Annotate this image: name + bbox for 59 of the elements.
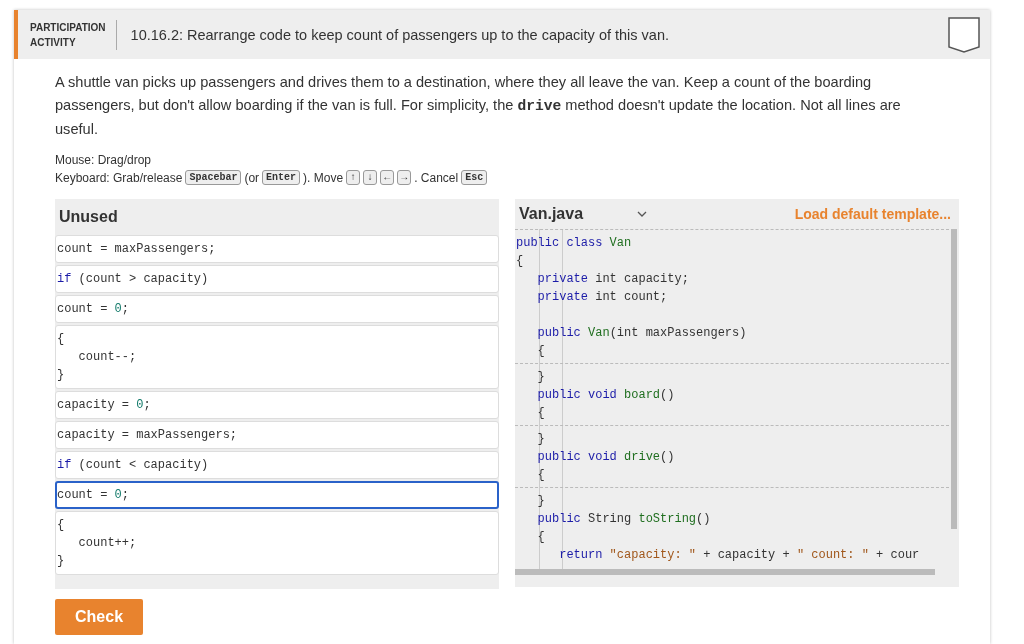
chevron-down-icon	[637, 211, 648, 217]
key-badge: Enter	[262, 170, 301, 185]
code-line: public void board()	[536, 387, 676, 404]
code-line: count++;	[77, 535, 138, 552]
code-line: }	[57, 367, 66, 384]
code-line: capacity = maxPassengers;	[57, 427, 239, 444]
keyboard-instruction: . Cancel	[414, 170, 459, 185]
code-line: {	[536, 405, 546, 422]
code-line: count = 0;	[57, 301, 130, 318]
code-line: {	[536, 343, 546, 360]
file-dropdown[interactable]: Van.java	[519, 205, 648, 223]
key-badge: Esc	[461, 170, 488, 185]
key-badge: →	[397, 170, 412, 185]
code-line: public String toString()	[536, 511, 712, 528]
code-line: capacity = 0;	[57, 397, 152, 414]
code-block[interactable]: if (count < capacity)	[55, 451, 499, 479]
code-block[interactable]: { count++; }	[55, 511, 499, 575]
code-line: count--;	[77, 349, 138, 366]
keyboard-instruction: ). Move	[303, 170, 344, 185]
code-block[interactable]: capacity = maxPassengers;	[55, 421, 499, 449]
code-line: public Van(int maxPassengers)	[536, 325, 748, 342]
bookmark-icon[interactable]	[948, 16, 980, 53]
description-text: A shuttle van picks up passengers and drives them to a destination, where they all leave the van. Keep a count of the boarding passengers, but don't allow boarding if the van is full. For simplicity, the drive method doesn't update the location. Not all lines are useful.	[55, 73, 902, 139]
key-badge: ↑	[346, 170, 361, 185]
keyboard-instruction: Keyboard: Grab/release	[55, 170, 183, 185]
code-block[interactable]: { count--; }	[55, 325, 499, 389]
unused-title: Unused	[58, 207, 119, 227]
key-badge: Spacebar	[185, 170, 242, 185]
vertical-scrollbar[interactable]	[951, 229, 957, 529]
code-block[interactable]: count = 0;	[55, 295, 499, 323]
key-badge: ↓	[363, 170, 378, 185]
code-block[interactable]: if (count > capacity)	[55, 265, 499, 293]
participation-label: PARTICIPATION ACTIVITY	[30, 19, 117, 50]
code-line: return "capacity: " + capacity + " count: " + cour	[558, 547, 921, 564]
code-line: {	[536, 467, 546, 484]
code-line: }	[536, 493, 546, 510]
horizontal-scrollbar[interactable]	[515, 569, 935, 575]
activity-title: 10.16.2: Rearrange code to keep count of passengers up to the capacity of this van.	[129, 26, 671, 43]
code-line: private int count;	[536, 289, 669, 306]
code-block[interactable]: count = maxPassengers;	[55, 235, 499, 263]
code-line: }	[57, 553, 66, 570]
code-line: public void drive()	[536, 449, 676, 466]
code-line: if (count > capacity)	[57, 271, 210, 288]
keyboard-instruction: (or	[244, 170, 260, 185]
code-line: count = 0;	[57, 487, 130, 504]
code-line: {	[57, 517, 66, 534]
code-line: {	[516, 253, 525, 270]
code-line: if (count < capacity)	[57, 457, 210, 474]
code-line: count = maxPassengers;	[57, 241, 217, 258]
key-badge: ←	[380, 170, 395, 185]
code-block[interactable]: count = 0;	[55, 481, 499, 509]
code-line: }	[536, 431, 546, 448]
code-block[interactable]: capacity = 0;	[55, 391, 499, 419]
mouse-instruction: Mouse: Drag/drop	[55, 153, 153, 167]
code-line: private int capacity;	[536, 271, 690, 288]
code-line: {	[57, 331, 66, 348]
code-line: }	[536, 369, 546, 386]
code-line: public class Van	[516, 235, 633, 252]
code-line: {	[536, 529, 546, 546]
